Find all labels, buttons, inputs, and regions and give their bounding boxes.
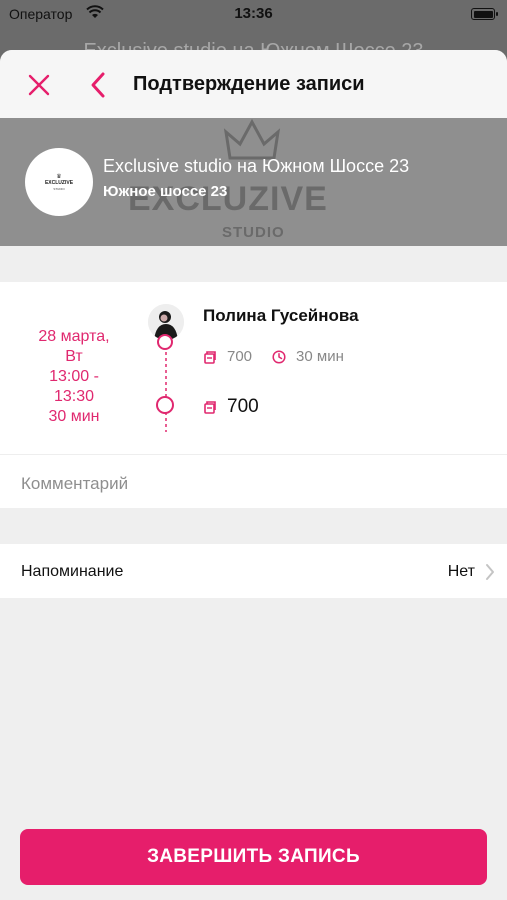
watermark-subtext: STUDIO bbox=[222, 224, 285, 241]
comment-field[interactable]: Комментарий bbox=[0, 454, 507, 508]
reminder-label: Напоминание bbox=[21, 563, 124, 580]
appointment-card: 28 марта, Вт 13:00 - 13:30 30 мин Полина… bbox=[0, 282, 507, 454]
date-label: 28 марта, bbox=[38, 328, 110, 345]
finish-booking-button[interactable]: ЗАВЕРШИТЬ ЗАПИСЬ bbox=[20, 829, 487, 885]
logo-name: EXCLUZIVE bbox=[44, 179, 74, 186]
clock: 13:36 bbox=[234, 5, 273, 22]
comment-placeholder: Комментарий bbox=[21, 474, 129, 493]
chevron-right-icon bbox=[486, 564, 494, 580]
total-price-icon bbox=[204, 401, 216, 414]
master-name: Полина Гусейнова bbox=[203, 306, 359, 325]
salon-name: Exclusive studio на Южном Шоссе 23 bbox=[103, 156, 410, 176]
price-tag-icon bbox=[204, 350, 216, 364]
salon-address: Южное шоссе 23 bbox=[103, 183, 228, 200]
time-end-label: 13:30 bbox=[53, 388, 95, 405]
total-price: 700 bbox=[227, 396, 259, 417]
timeline-dot-service bbox=[157, 334, 173, 350]
battery-icon bbox=[471, 8, 498, 20]
close-icon[interactable] bbox=[26, 72, 52, 98]
logo-sub: STUDIO bbox=[53, 186, 65, 191]
service-info-row: 700 30 мин bbox=[203, 348, 344, 365]
clock-icon bbox=[272, 349, 286, 364]
total-row: 700 bbox=[203, 396, 259, 418]
appointment-datetime: 28 марта, Вт 13:00 - 13:30 30 мин bbox=[14, 327, 134, 427]
reminder-row[interactable]: Напоминание Нет bbox=[0, 544, 507, 598]
confirmation-sheet: Подтверждение записи EXCLUZIVE STUDIO ♛ … bbox=[0, 50, 507, 900]
back-chevron-icon[interactable] bbox=[88, 70, 108, 100]
status-bar: Оператор 13:36 bbox=[0, 0, 507, 30]
timeline-dot-total bbox=[156, 396, 174, 414]
time-start-label: 13:00 - bbox=[49, 368, 99, 385]
service-price: 700 bbox=[227, 348, 253, 365]
weekday-label: Вт bbox=[65, 348, 83, 365]
navigation-bar: Подтверждение записи bbox=[0, 50, 507, 118]
salon-logo: ♛ EXCLUZIVE STUDIO bbox=[25, 148, 93, 216]
page-title: Подтверждение записи bbox=[133, 73, 365, 95]
reminder-value: Нет bbox=[447, 563, 475, 580]
duration-label: 30 мин bbox=[48, 408, 100, 425]
service-duration: 30 мин bbox=[296, 348, 344, 365]
timeline-line bbox=[165, 340, 167, 432]
salon-banner: EXCLUZIVE STUDIO ♛ EXCLUZIVE STUDIO Excl… bbox=[0, 118, 507, 246]
